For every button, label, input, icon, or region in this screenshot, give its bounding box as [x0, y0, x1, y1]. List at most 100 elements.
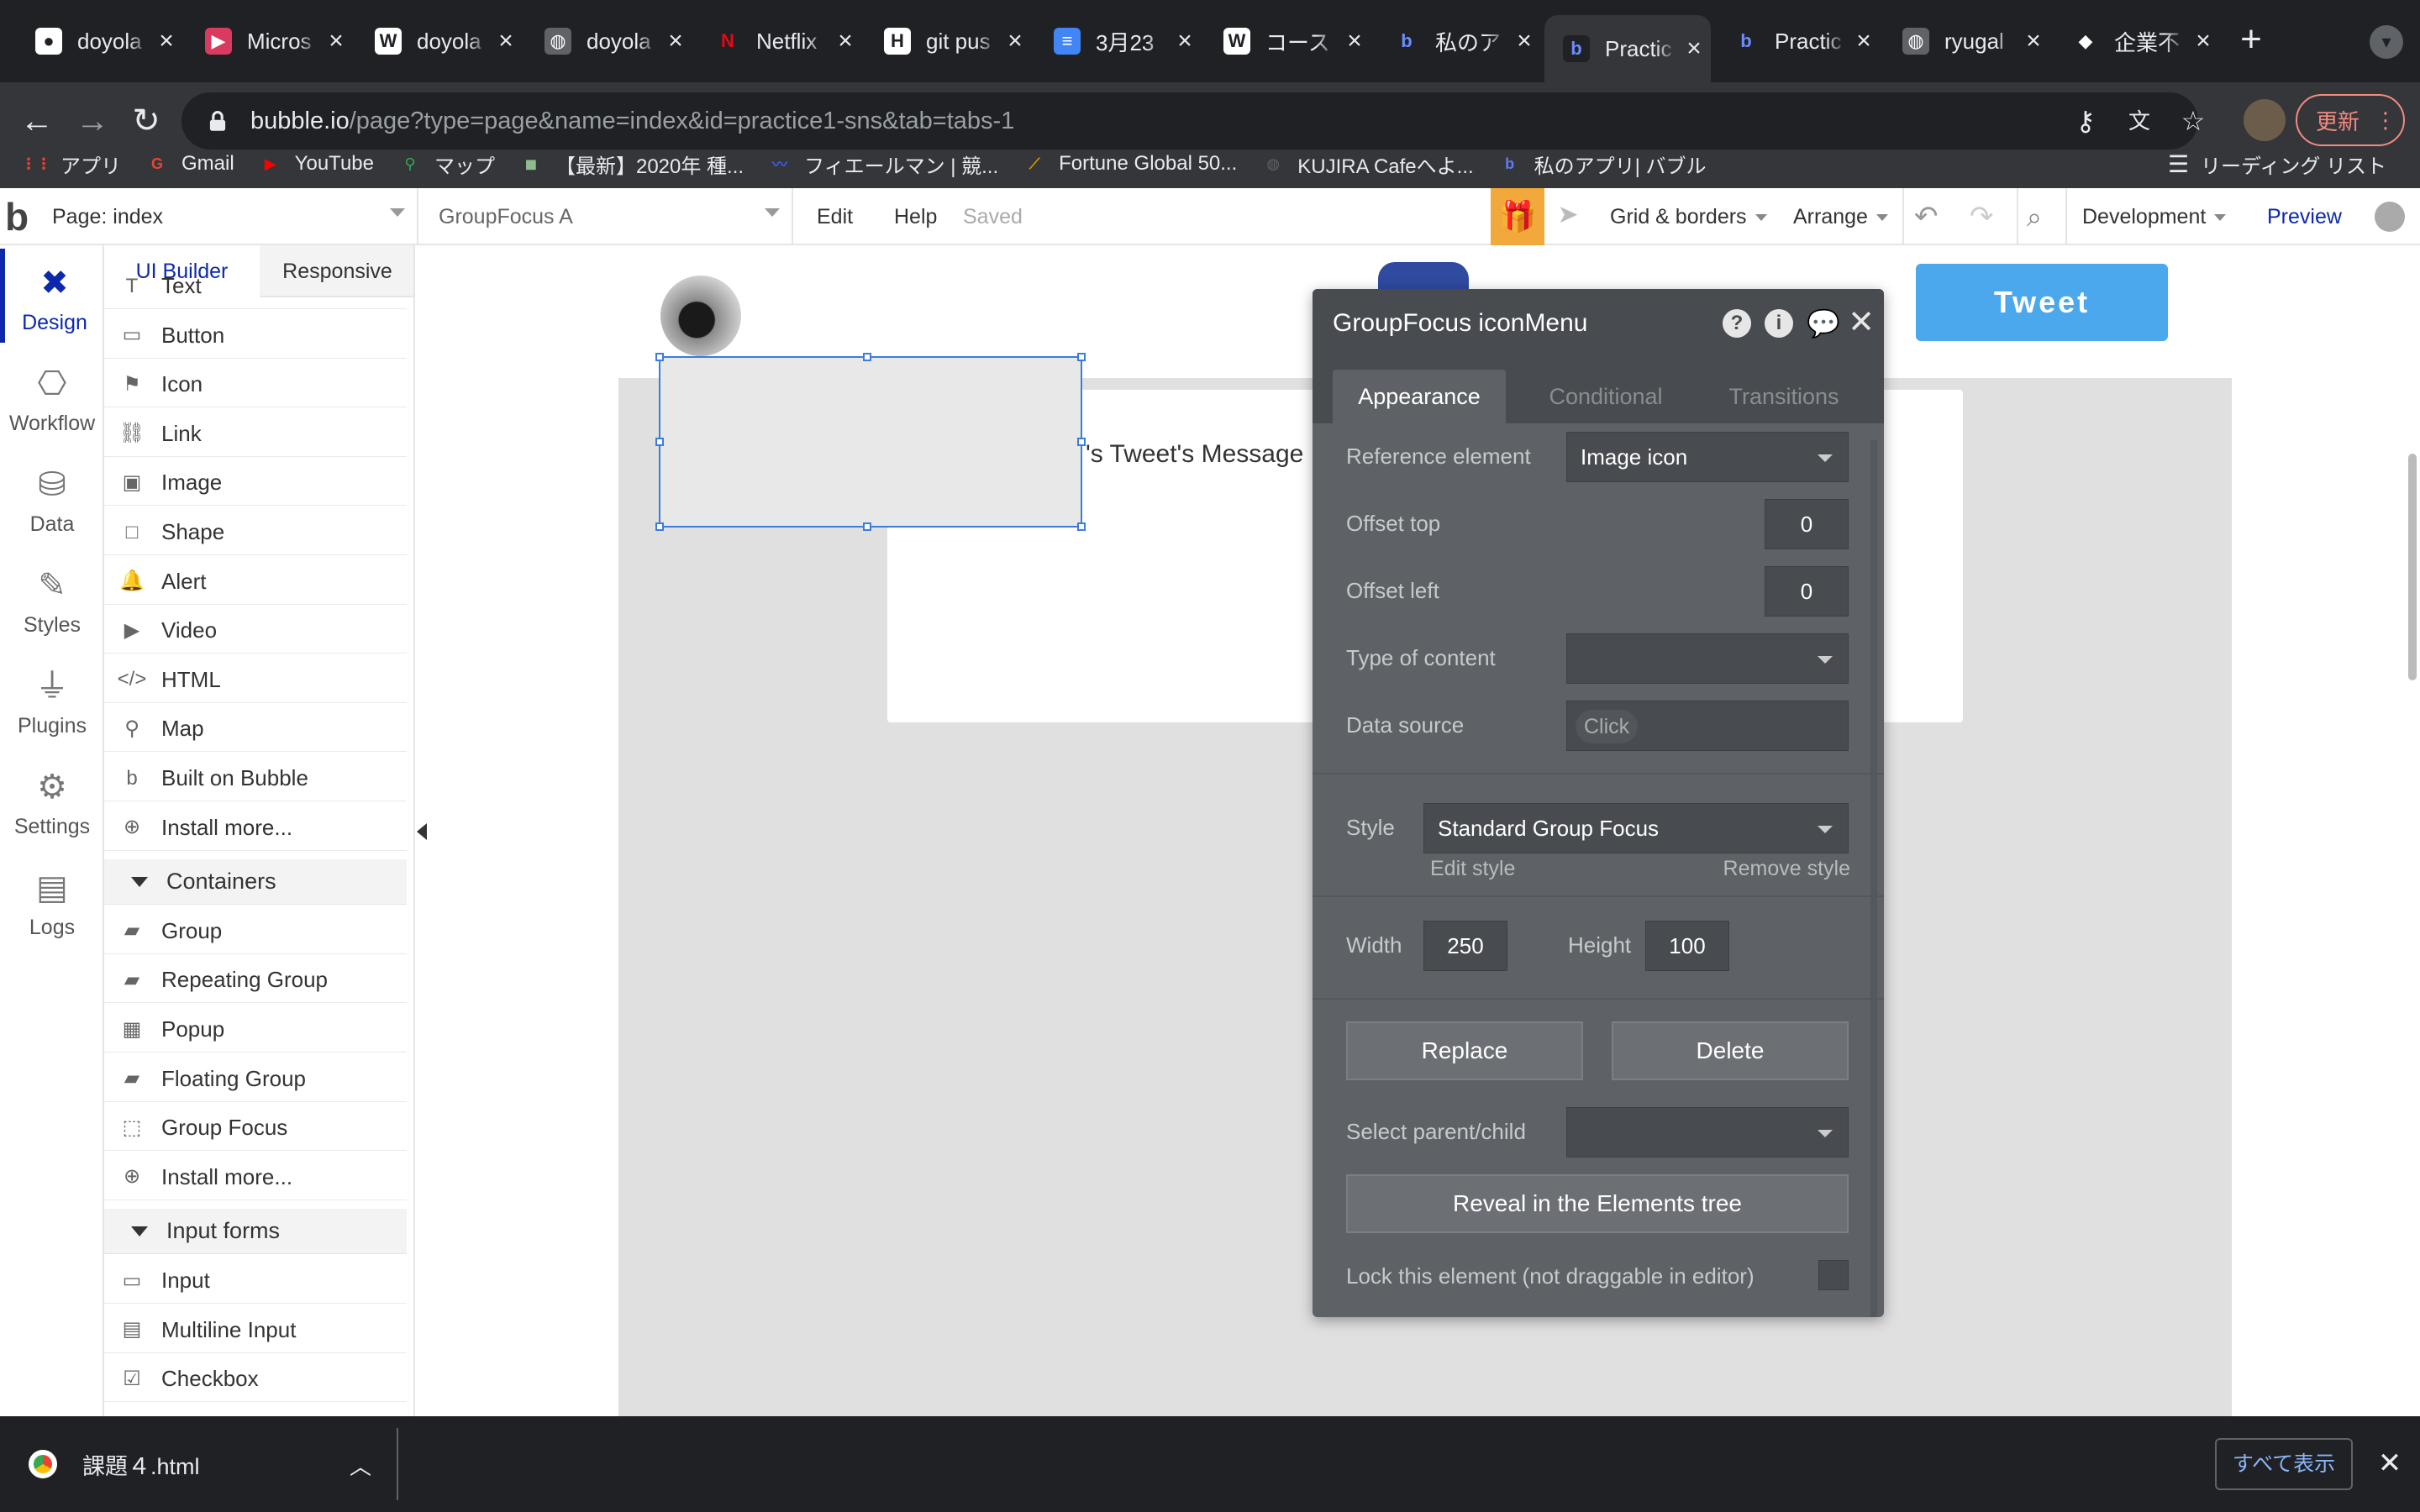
bookmark-item[interactable]: ⋮⋮ アプリ: [21, 150, 121, 179]
palette-item[interactable]: ▤ Multiline Input: [104, 1308, 407, 1353]
palette-item[interactable]: ▰ Repeating Group: [104, 958, 407, 1004]
close-icon[interactable]: ✕: [1847, 306, 1876, 339]
resize-handle[interactable]: [655, 438, 664, 446]
resize-handle[interactable]: [1077, 438, 1086, 446]
browser-tab[interactable]: ◆ 企業不 ×: [2054, 15, 2220, 67]
browser-tab[interactable]: ◍ doyola ×: [526, 15, 692, 67]
bookmark-item[interactable]: b 私のアプリ| バブル: [1497, 150, 1706, 179]
palette-item[interactable]: ▾Dropdown: [104, 1406, 407, 1416]
resize-handle[interactable]: [655, 522, 664, 531]
edit-menu[interactable]: Edit: [817, 188, 853, 245]
close-tab-icon[interactable]: ×: [489, 27, 523, 55]
resize-handle[interactable]: [863, 353, 871, 361]
tab-transitions[interactable]: Transitions: [1697, 370, 1870, 423]
data-source-click[interactable]: Click: [1576, 710, 1639, 743]
undo-icon[interactable]: ↶: [1914, 188, 1939, 245]
bookmark-item[interactable]: ⟋ Fortune Global 50...: [1022, 151, 1237, 176]
browser-tab[interactable]: b 私のア ×: [1375, 15, 1541, 67]
reload-icon[interactable]: ↻: [124, 99, 168, 143]
rail-workflow[interactable]: ⎔ Workflow: [0, 349, 104, 444]
reveal-elements-tree-button[interactable]: Reveal in the Elements tree: [1346, 1174, 1849, 1233]
forward-arrow-icon[interactable]: →: [71, 99, 114, 143]
rail-styles[interactable]: ✎ Styles: [0, 551, 104, 645]
chevron-up-icon[interactable]: ︿: [346, 1450, 375, 1479]
tab-search-chevron-icon[interactable]: ▾: [2370, 25, 2403, 59]
palette-item[interactable]: ▶ Video: [104, 608, 407, 654]
group-focus-selected[interactable]: [655, 353, 1086, 531]
palette-item[interactable]: ▭ Button: [104, 313, 407, 359]
browser-tab[interactable]: ≡ 3月23 ×: [1035, 15, 1202, 67]
select-parent-child-dropdown[interactable]: [1566, 1107, 1849, 1158]
close-icon[interactable]: ✕: [2373, 1446, 2407, 1480]
close-tab-icon[interactable]: ×: [1847, 27, 1881, 55]
close-tab-icon[interactable]: ×: [998, 27, 1032, 55]
key-icon[interactable]: ⚷: [2067, 102, 2104, 139]
browser-tab[interactable]: b Practic ×: [1714, 15, 1881, 67]
palette-item[interactable]: 🔔 Alert: [104, 559, 407, 605]
property-editor-title[interactable]: GroupFocus iconMenu: [1313, 289, 1884, 358]
close-tab-icon[interactable]: ×: [2186, 27, 2220, 55]
width-input[interactable]: 250: [1423, 921, 1507, 971]
translate-icon[interactable]: 文: [2121, 102, 2158, 139]
resize-handle[interactable]: [1077, 522, 1086, 531]
new-tab-plus-icon[interactable]: +: [2230, 18, 2272, 66]
offset-left-input[interactable]: 0: [1765, 566, 1849, 617]
tab-conditional[interactable]: Conditional: [1519, 370, 1692, 423]
profile-avatar[interactable]: [2244, 99, 2286, 141]
collapse-panel-icon[interactable]: [417, 823, 427, 840]
replace-button[interactable]: Replace: [1346, 1021, 1583, 1080]
tweet-button[interactable]: Tweet: [1916, 264, 2168, 341]
canvas-scrollbar[interactable]: [2408, 454, 2417, 680]
info-icon[interactable]: i: [1765, 309, 1793, 338]
offset-top-input[interactable]: 0: [1765, 499, 1849, 549]
palette-item[interactable]: □ Shape: [104, 510, 407, 555]
reading-list-button[interactable]: ☰ リーディング リスト: [2168, 139, 2386, 188]
palette-section-header[interactable]: Containers: [104, 859, 407, 906]
grid-borders-dropdown[interactable]: Grid & borders: [1610, 188, 1767, 245]
bookmark-item[interactable]: G Gmail: [145, 151, 234, 176]
browser-tab[interactable]: ◍ ryugal ×: [1884, 15, 2050, 67]
rail-data[interactable]: ⛁ Data: [0, 450, 104, 544]
bubble-logo-icon[interactable]: b: [5, 197, 35, 237]
palette-section-header[interactable]: Input forms: [104, 1209, 407, 1255]
user-avatar-icon[interactable]: [2375, 202, 2405, 232]
close-tab-icon[interactable]: ×: [1507, 27, 1541, 55]
browser-tab[interactable]: b Practic ×: [1544, 15, 1711, 82]
back-arrow-icon[interactable]: ←: [15, 99, 59, 143]
height-input[interactable]: 100: [1645, 921, 1729, 971]
gift-icon[interactable]: 🎁: [1491, 188, 1544, 245]
lock-element-checkbox[interactable]: [1818, 1260, 1849, 1290]
rail-logs[interactable]: ▤ Logs: [0, 853, 104, 948]
palette-item[interactable]: ⬚ Group Focus: [104, 1105, 407, 1152]
redo-icon[interactable]: ↷: [1970, 188, 1994, 245]
close-tab-icon[interactable]: ×: [319, 27, 353, 55]
browser-tab[interactable]: Hgit pus ×: [865, 15, 1032, 67]
page-selector[interactable]: Page: index: [42, 188, 418, 245]
tab-appearance[interactable]: Appearance: [1333, 370, 1506, 423]
resize-handle[interactable]: [655, 353, 664, 361]
palette-item[interactable]: ▦ Popup: [104, 1007, 407, 1053]
close-tab-icon[interactable]: ×: [1338, 27, 1371, 55]
remove-style-link[interactable]: Remove style: [1723, 857, 1850, 881]
palette-item[interactable]: ⚑ Icon: [104, 362, 407, 408]
download-item[interactable]: 課題４.html: [29, 1436, 398, 1492]
bookmark-item[interactable]: 〰フィエールマン | 競...: [767, 150, 998, 179]
bookmark-item[interactable]: ◍ KUJIRA Cafeへよ...: [1260, 150, 1473, 179]
palette-item[interactable]: ⊕ Install more...: [104, 806, 407, 851]
property-editor-scrollbar[interactable]: [1870, 440, 1877, 1317]
browser-tab[interactable]: N Netflix ×: [696, 15, 862, 67]
palette-item[interactable]: </> HTML: [104, 658, 407, 703]
resize-handle[interactable]: [863, 522, 871, 531]
edit-style-link[interactable]: Edit style: [1430, 857, 1515, 881]
bookmark-item[interactable]: ⚲ マップ: [397, 150, 495, 179]
palette-item[interactable]: ▰ Group: [104, 909, 407, 954]
reference-element-dropdown[interactable]: Image icon: [1566, 432, 1849, 482]
search-icon[interactable]: ⌕: [2027, 188, 2042, 245]
preview-link[interactable]: Preview: [2267, 188, 2342, 245]
element-selector[interactable]: GroupFocus A: [424, 188, 793, 245]
help-menu[interactable]: Help: [894, 188, 937, 245]
browser-tab[interactable]: ● doyola ×: [17, 15, 183, 67]
browser-tab[interactable]: Wdoyola ×: [356, 15, 523, 67]
arrange-dropdown[interactable]: Arrange: [1793, 188, 1888, 245]
palette-item[interactable]: ⊕ Install more...: [104, 1155, 407, 1200]
